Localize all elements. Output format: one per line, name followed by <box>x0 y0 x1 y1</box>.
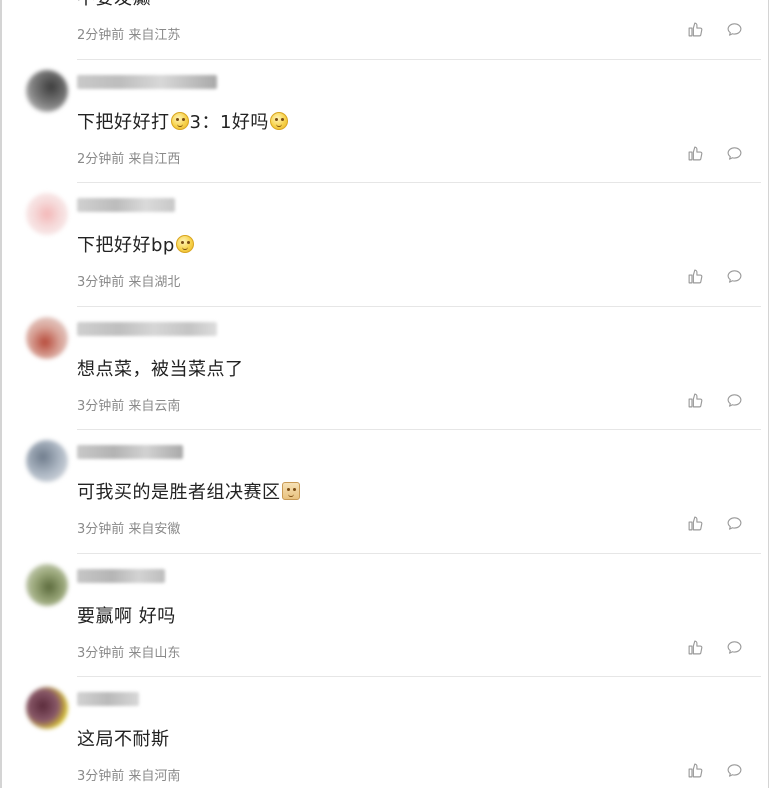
comment-bubble-icon[interactable] <box>726 515 743 532</box>
smile-emoji-icon <box>170 111 189 130</box>
username[interactable] <box>77 692 139 706</box>
comment-meta: 3分钟前 来自河南 <box>77 769 181 784</box>
comment-text: 要赢啊 好吗 <box>77 605 176 627</box>
comment-item: 要赢啊 好吗 3分钟前 来自山东 <box>0 554 771 677</box>
comment-text: 可我买的是胜者组决赛区 <box>77 478 301 504</box>
comment-text: 下把好好bp <box>77 231 195 257</box>
username[interactable] <box>77 321 217 336</box>
smile-emoji-icon <box>269 111 288 130</box>
username[interactable] <box>77 445 183 459</box>
thumbs-up-icon[interactable] <box>687 21 704 38</box>
comment-item: 可我买的是胜者组决赛区 3分钟前 来自安徽 <box>0 430 771 554</box>
comment-bubble-icon[interactable] <box>726 21 743 38</box>
comment-text: 不要发癫 <box>77 0 151 10</box>
avatar[interactable] <box>26 687 68 729</box>
comment-item: 不要发癫 2分钟前 来自江苏 <box>0 0 771 60</box>
comment-meta: 2分钟前 来自江苏 <box>77 28 181 43</box>
thumbs-up-icon[interactable] <box>687 639 704 656</box>
comment-item: 下把好好打 3：1好吗 2分钟前 来自江西 <box>0 60 771 183</box>
laugh-emoji-icon <box>175 235 194 253</box>
comment-bubble-icon[interactable] <box>726 145 743 162</box>
comment-meta: 3分钟前 来自安徽 <box>77 522 181 537</box>
comment-bubble-icon[interactable] <box>726 762 743 779</box>
comment-bubble-icon[interactable] <box>726 392 743 409</box>
comment-text: 下把好好打 3：1好吗 <box>77 108 289 134</box>
dog-emoji-icon <box>281 482 300 500</box>
avatar[interactable] <box>26 193 68 235</box>
thumbs-up-icon[interactable] <box>687 762 704 779</box>
thumbs-up-icon[interactable] <box>687 145 704 162</box>
username[interactable] <box>77 568 165 583</box>
comment-meta: 3分钟前 来自山东 <box>77 645 181 661</box>
comment-item: 这局不耐斯 3分钟前 来自河南 <box>0 677 771 801</box>
comment-text: 这局不耐斯 <box>77 729 170 750</box>
avatar[interactable] <box>26 69 68 112</box>
comment-bubble-icon[interactable] <box>726 268 743 285</box>
avatar[interactable] <box>26 563 68 606</box>
comment-meta: 3分钟前 来自云南 <box>77 398 181 414</box>
comment-bubble-icon[interactable] <box>726 639 743 656</box>
thumbs-up-icon[interactable] <box>687 392 704 409</box>
thumbs-up-icon[interactable] <box>687 268 704 285</box>
comment-text: 想点菜，被当菜点了 <box>77 358 244 380</box>
comment-item: 想点菜，被当菜点了 3分钟前 来自云南 <box>0 307 771 430</box>
username[interactable] <box>77 198 175 212</box>
comment-list: 不要发癫 2分钟前 来自江苏 下把好好打3：1好吗 2分钟前 来自江西 <box>0 0 771 801</box>
thumbs-up-icon[interactable] <box>687 515 704 532</box>
comment-meta: 3分钟前 来自湖北 <box>77 275 181 290</box>
username[interactable] <box>77 74 217 89</box>
avatar[interactable] <box>26 316 68 359</box>
comment-item: 下把好好bp 3分钟前 来自湖北 <box>0 183 771 307</box>
comment-meta: 2分钟前 来自江西 <box>77 151 181 167</box>
avatar[interactable] <box>26 440 68 482</box>
